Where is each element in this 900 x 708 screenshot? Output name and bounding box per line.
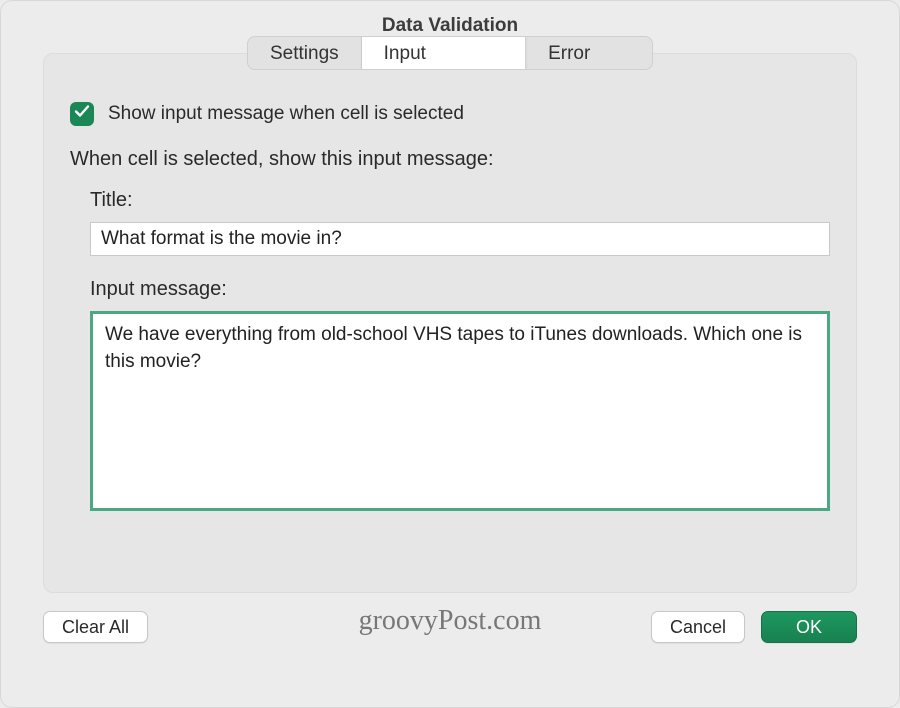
tab-error-alert[interactable]: Error Alert: [526, 37, 652, 69]
checkmark-icon: [74, 103, 90, 125]
tab-bar: Settings Input Message Error Alert: [247, 36, 653, 70]
footer-right-buttons: Cancel OK: [651, 611, 857, 643]
ok-button[interactable]: OK: [761, 611, 857, 643]
dialog-footer: Clear All groovyPost.com Cancel OK: [1, 593, 899, 643]
show-message-checkbox-row: Show input message when cell is selected: [70, 102, 830, 126]
clear-all-button[interactable]: Clear All: [43, 611, 148, 643]
fields-block: Title: Input message: We have everything…: [90, 189, 830, 517]
title-input[interactable]: [90, 222, 830, 256]
cancel-button[interactable]: Cancel: [651, 611, 745, 643]
section-prompt: When cell is selected, show this input m…: [70, 148, 830, 171]
input-message-textarea[interactable]: We have everything from old-school VHS t…: [90, 311, 830, 511]
show-message-checkbox[interactable]: [70, 102, 94, 126]
data-validation-dialog: Data Validation Settings Input Message E…: [0, 0, 900, 708]
content-frame: Settings Input Message Error Alert Show …: [43, 53, 857, 593]
watermark-text: groovyPost.com: [359, 605, 542, 637]
tab-input-message[interactable]: Input Message: [362, 37, 526, 69]
show-message-checkbox-label: Show input message when cell is selected: [108, 103, 464, 125]
input-message-label: Input message:: [90, 278, 830, 301]
title-label: Title:: [90, 189, 830, 212]
tab-settings[interactable]: Settings: [248, 37, 362, 69]
